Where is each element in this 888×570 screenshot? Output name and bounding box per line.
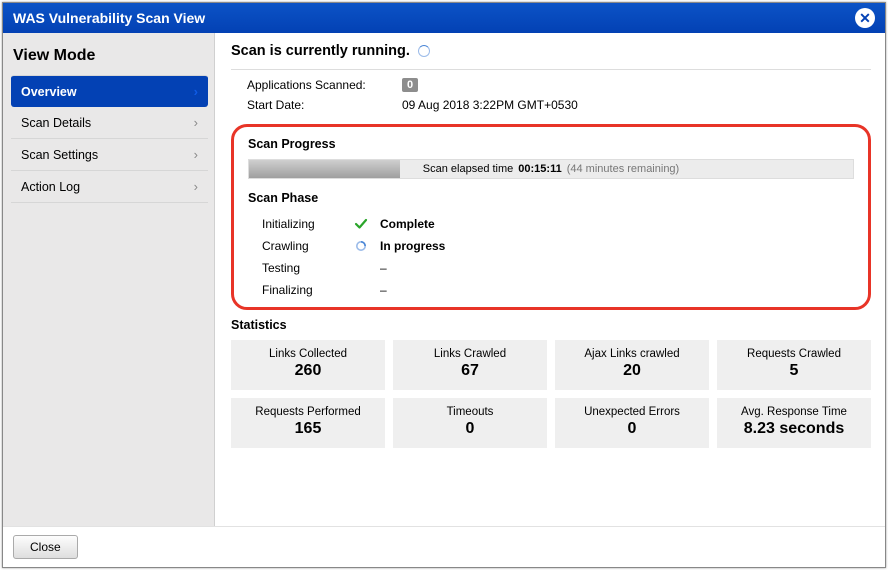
sidebar-item-label: Scan Settings [21, 148, 98, 162]
phase-name: Initializing [262, 217, 342, 231]
main-panel: Scan is currently running. Applications … [215, 33, 885, 526]
scan-phase-title: Scan Phase [248, 191, 854, 205]
progress-bar: Scan elapsed time 00:15:11 (44 minutes r… [248, 159, 854, 179]
sidebar-item-action-log[interactable]: Action Log › [11, 171, 208, 203]
start-date-label: Start Date: [247, 98, 402, 112]
phase-status: – [380, 283, 387, 297]
phase-row-finalizing: Finalizing – [248, 279, 854, 301]
stat-value: 165 [235, 420, 381, 438]
dialog-footer: Close [3, 526, 885, 567]
stat-label: Timeouts [397, 406, 543, 418]
stat-label: Requests Crawled [721, 348, 867, 360]
stat-label: Unexpected Errors [559, 406, 705, 418]
stat-value: 260 [235, 362, 381, 380]
phase-status: In progress [380, 239, 445, 253]
sidebar-item-label: Action Log [21, 180, 80, 194]
elapsed-prefix: Scan elapsed time [423, 163, 514, 175]
stat-links-collected: Links Collected 260 [231, 340, 385, 390]
phase-status: Complete [380, 217, 435, 231]
dialog-body: View Mode Overview › Scan Details › Scan… [3, 33, 885, 526]
stat-label: Avg. Response Time [721, 406, 867, 418]
chevron-right-icon: › [194, 84, 198, 99]
phase-row-initializing: Initializing Complete [248, 213, 854, 235]
stat-value: 20 [559, 362, 705, 380]
sidebar-item-overview[interactable]: Overview › [11, 75, 208, 107]
chevron-right-icon: › [194, 115, 198, 130]
stat-label: Ajax Links crawled [559, 348, 705, 360]
stat-label: Links Collected [235, 348, 381, 360]
remaining-text: (44 minutes remaining) [567, 163, 680, 175]
apps-scanned-row: Applications Scanned: 0 [247, 78, 871, 92]
sidebar: View Mode Overview › Scan Details › Scan… [3, 33, 215, 526]
sidebar-item-scan-details[interactable]: Scan Details › [11, 107, 208, 139]
chevron-right-icon: › [194, 179, 198, 194]
start-date-row: Start Date: 09 Aug 2018 3:22PM GMT+0530 [247, 98, 871, 112]
stat-value: 0 [397, 420, 543, 438]
elapsed-value: 00:15:11 [518, 163, 561, 175]
scan-progress-title: Scan Progress [248, 137, 854, 151]
stat-unexpected-errors: Unexpected Errors 0 [555, 398, 709, 448]
phase-name: Finalizing [262, 283, 342, 297]
stat-label: Links Crawled [397, 348, 543, 360]
panel-heading: Scan is currently running. [231, 43, 871, 70]
start-date-value: 09 Aug 2018 3:22PM GMT+0530 [402, 98, 578, 112]
stat-value: 67 [397, 362, 543, 380]
close-icon[interactable]: ✕ [855, 8, 875, 28]
stat-requests-performed: Requests Performed 165 [231, 398, 385, 448]
window-title: WAS Vulnerability Scan View [13, 10, 205, 26]
spinner-icon [418, 45, 430, 57]
sidebar-item-label: Scan Details [21, 116, 91, 130]
sidebar-item-scan-settings[interactable]: Scan Settings › [11, 139, 208, 171]
panel-heading-text: Scan is currently running. [231, 43, 410, 59]
stat-value: 0 [559, 420, 705, 438]
phase-row-crawling: Crawling In progress [248, 235, 854, 257]
phase-name: Crawling [262, 239, 342, 253]
stat-label: Requests Performed [235, 406, 381, 418]
stat-value: 5 [721, 362, 867, 380]
stat-timeouts: Timeouts 0 [393, 398, 547, 448]
stat-avg-response-time: Avg. Response Time 8.23 seconds [717, 398, 871, 448]
progress-text: Scan elapsed time 00:15:11 (44 minutes r… [249, 160, 853, 178]
chevron-right-icon: › [194, 147, 198, 162]
dialog-window: WAS Vulnerability Scan View ✕ View Mode … [2, 2, 886, 568]
spinner-icon [352, 240, 370, 252]
phase-status: – [380, 261, 387, 275]
progress-phase-block: Scan Progress Scan elapsed time 00:15:11… [231, 124, 871, 310]
stat-ajax-links-crawled: Ajax Links crawled 20 [555, 340, 709, 390]
sidebar-heading: View Mode [13, 47, 206, 65]
close-button[interactable]: Close [13, 535, 78, 559]
titlebar: WAS Vulnerability Scan View ✕ [3, 3, 885, 33]
sidebar-item-label: Overview [21, 85, 77, 99]
check-icon [352, 217, 370, 231]
statistics-title: Statistics [231, 318, 871, 332]
phase-row-testing: Testing – [248, 257, 854, 279]
stat-links-crawled: Links Crawled 67 [393, 340, 547, 390]
stat-value: 8.23 seconds [721, 420, 867, 438]
statistics-grid: Links Collected 260 Links Crawled 67 Aja… [231, 340, 871, 448]
apps-scanned-label: Applications Scanned: [247, 78, 402, 92]
stat-requests-crawled: Requests Crawled 5 [717, 340, 871, 390]
apps-scanned-badge: 0 [402, 78, 418, 92]
phase-name: Testing [262, 261, 342, 275]
